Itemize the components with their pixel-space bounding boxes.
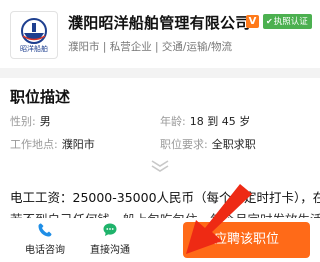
requirement-label: 职位要求:: [160, 138, 208, 151]
logo-text: 昭洋船舶: [20, 45, 48, 53]
age-label: 年龄:: [160, 115, 186, 128]
apply-job-button[interactable]: 应聘该职位: [183, 222, 310, 258]
phone-consult-label: 电话咨询: [25, 245, 65, 256]
section-title: 职位描述: [10, 88, 71, 106]
company-meta: 濮阳市 | 私营企业 | 交通/运输/物流: [68, 41, 233, 53]
requirement-row: 职位要求: 全职求职: [160, 136, 256, 152]
company-card[interactable]: 昭洋船舶 濮阳昭洋船舶管理有限公司 V ✔执照认证 濮阳市 | 私营企业 | 交…: [0, 0, 320, 68]
chat-icon: [103, 223, 117, 236]
description-line: 电工工资：25000-35000人民币（每个月定时打卡），在船: [10, 190, 320, 205]
bottom-action-bar: 电话咨询 直接沟通 应聘该职位: [0, 218, 320, 262]
gender-row: 性别: 男: [10, 113, 51, 129]
license-verified-badge: ✔执照认证: [263, 14, 312, 29]
section-divider: [0, 68, 320, 78]
direct-chat-label: 直接沟通: [90, 245, 130, 256]
age-value: 18 到 45 岁: [189, 115, 251, 128]
gender-value: 男: [39, 115, 51, 128]
check-shield-icon: ✔: [266, 17, 273, 26]
company-name[interactable]: 濮阳昭洋船舶管理有限公司: [68, 12, 250, 33]
location-value: 濮阳市: [61, 138, 95, 151]
age-row: 年龄: 18 到 45 岁: [160, 113, 250, 129]
gender-label: 性别:: [10, 115, 36, 128]
phone-icon: [38, 223, 52, 237]
expand-chevron-icon[interactable]: [148, 158, 172, 174]
location-row: 工作地点: 濮阳市: [10, 136, 95, 152]
license-badge-label: 执照认证: [273, 17, 308, 27]
verified-v-badge: V: [246, 15, 259, 28]
requirement-value: 全职求职: [211, 138, 256, 151]
direct-chat-button[interactable]: 直接沟通: [85, 222, 135, 256]
company-logo: 昭洋船舶: [10, 11, 58, 59]
phone-consult-button[interactable]: 电话咨询: [22, 222, 68, 256]
location-label: 工作地点:: [10, 138, 58, 151]
